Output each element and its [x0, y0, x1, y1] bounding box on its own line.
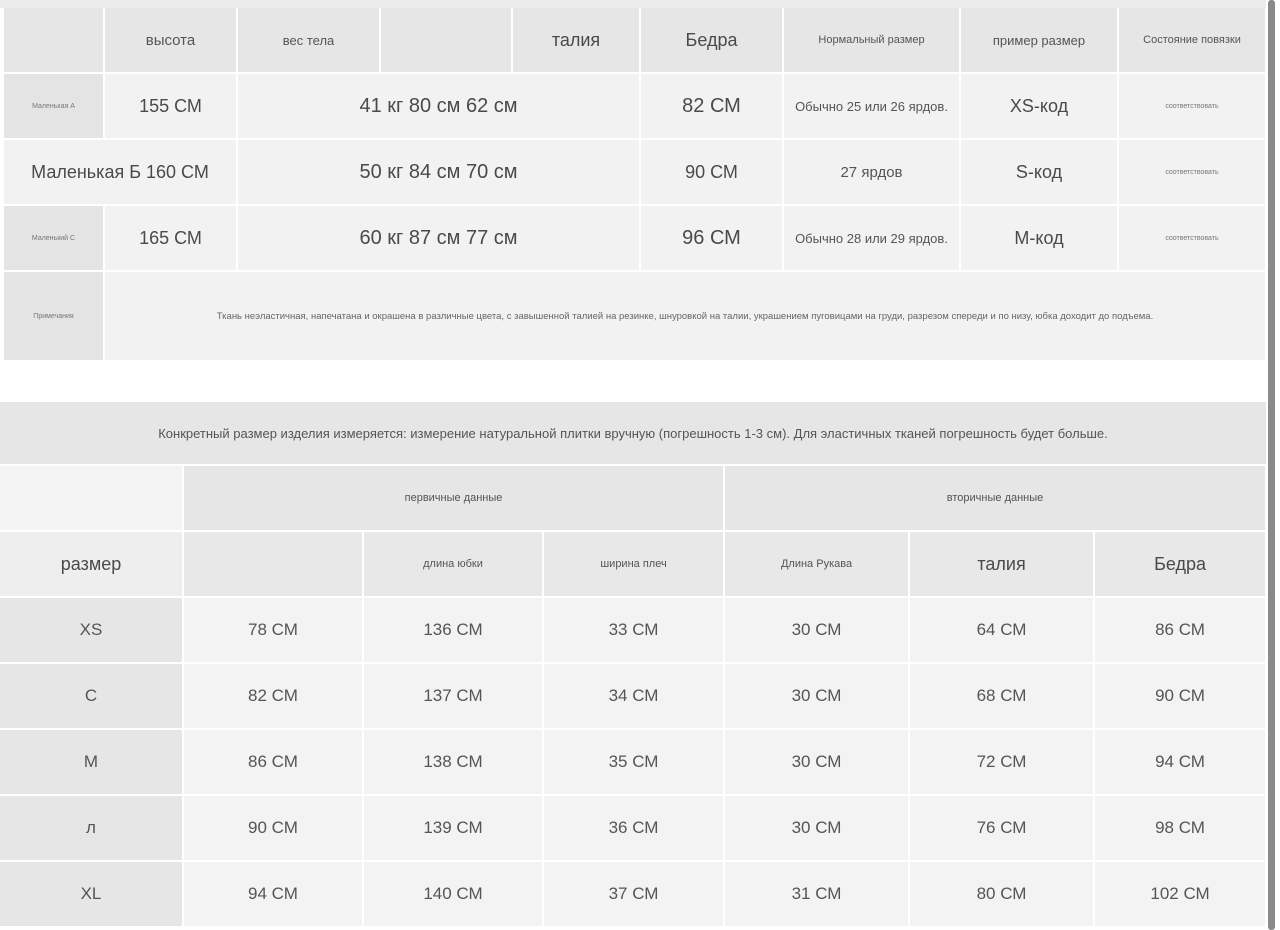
measurement-note-banner: Конкретный размер изделия измеряется: из…	[0, 402, 1266, 464]
data-cell: 31 СМ	[724, 861, 911, 928]
data-cell: 30 СМ	[724, 795, 911, 862]
data-cell: 140 СМ	[363, 861, 544, 928]
data-cell: 34 СМ	[543, 663, 726, 730]
normal-size-cell: Обычно 28 или 29 ярдов.	[783, 205, 961, 272]
table-row: Маленький С 165 СМ 60 кг 87 см 77 см 96 …	[4, 205, 1267, 272]
header-hips: Бедра	[640, 8, 784, 74]
column-header-row: размер длина юбки ширина плеч Длина Рука…	[0, 531, 1268, 598]
header-height: высота	[104, 8, 238, 74]
data-cell: 94 СМ	[1094, 729, 1268, 796]
group-header-row: первичные данные вторичные данные	[0, 466, 1268, 532]
row-label: Маленькая А	[4, 73, 105, 140]
status-cell: соответствовать	[1118, 139, 1267, 206]
table-row: Маленькая Б 160 СМ 50 кг 84 см 70 см 90 …	[4, 139, 1267, 206]
data-cell: 30 СМ	[724, 729, 911, 796]
data-cell: 80 СМ	[909, 861, 1096, 928]
header-example-size: пример размер	[960, 8, 1119, 74]
table-row: XL 94 СМ 140 СМ 37 СМ 31 СМ 80 СМ 102 СМ	[0, 861, 1268, 928]
hips-cell: 96 СМ	[640, 205, 784, 272]
product-measurements-table: первичные данные вторичные данные размер…	[0, 466, 1268, 928]
hips-cell: 90 СМ	[640, 139, 784, 206]
header-waist: талия	[909, 531, 1096, 598]
data-cell: 86 СМ	[183, 729, 364, 796]
data-cell: 136 СМ	[363, 597, 544, 664]
data-cell: 137 СМ	[363, 663, 544, 730]
data-cell: 138 СМ	[363, 729, 544, 796]
data-cell: 64 СМ	[909, 597, 1096, 664]
header-size: размер	[0, 531, 184, 598]
weight-bust-waist-cell: 60 кг 87 см 77 см	[237, 205, 641, 272]
scrollbar-thumb[interactable]	[1268, 0, 1275, 930]
data-cell: 35 СМ	[543, 729, 726, 796]
notes-text: Ткань неэластичная, напечатана и окрашен…	[104, 271, 1267, 362]
table-row: XS 78 СМ 136 СМ 33 СМ 30 СМ 64 СМ 86 СМ	[0, 597, 1268, 664]
height-cell: 155 СМ	[104, 73, 238, 140]
hips-cell: 82 СМ	[640, 73, 784, 140]
top-strip	[0, 0, 1266, 8]
header-shoulder-width: ширина плеч	[543, 531, 726, 598]
example-size-cell: XS-код	[960, 73, 1119, 140]
row-label: Маленький С	[4, 205, 105, 272]
row-label-merged: Маленькая Б 160 СМ	[4, 139, 238, 206]
data-cell: 94 СМ	[183, 861, 364, 928]
data-cell: 90 СМ	[1094, 663, 1268, 730]
header-skirt-length: длина юбки	[363, 531, 544, 598]
data-cell: 33 СМ	[543, 597, 726, 664]
header-bandage-status: Состояние повязки	[1118, 8, 1267, 74]
example-size-cell: S-код	[960, 139, 1119, 206]
weight-bust-waist-cell: 50 кг 84 см 70 см	[237, 139, 641, 206]
data-cell: 90 СМ	[183, 795, 364, 862]
data-cell: 30 СМ	[724, 597, 911, 664]
example-size-cell: М-код	[960, 205, 1119, 272]
notes-label: Примечания	[4, 271, 105, 362]
data-cell: 30 СМ	[724, 663, 911, 730]
data-cell: 76 СМ	[909, 795, 1096, 862]
data-cell: 139 СМ	[363, 795, 544, 862]
status-cell: соответствовать	[1118, 73, 1267, 140]
weight-bust-waist-cell: 41 кг 80 см 62 см	[237, 73, 641, 140]
size-cell: М	[0, 729, 184, 796]
size-cell: л	[0, 795, 184, 862]
table-row: Маленькая А 155 СМ 41 кг 80 см 62 см 82 …	[4, 73, 1267, 140]
header-waist: талия	[512, 8, 641, 74]
header-body-weight: вес тела	[237, 8, 381, 74]
table-row: М 86 СМ 138 СМ 35 СМ 30 СМ 72 СМ 94 СМ	[0, 729, 1268, 796]
data-cell: 98 СМ	[1094, 795, 1268, 862]
data-cell: 37 СМ	[543, 861, 726, 928]
vertical-scrollbar[interactable]	[1266, 0, 1280, 930]
data-cell: 36 СМ	[543, 795, 726, 862]
size-cell: С	[0, 663, 184, 730]
size-guide-table: высота вес тела талия Бедра Нормальный р…	[4, 8, 1267, 362]
data-cell: 86 СМ	[1094, 597, 1268, 664]
group-primary-data: первичные данные	[183, 466, 726, 532]
data-cell: 102 СМ	[1094, 861, 1268, 928]
header-blank	[4, 8, 105, 74]
header-faint	[183, 531, 364, 598]
header-hips: Бедра	[1094, 531, 1268, 598]
data-cell: 68 СМ	[909, 663, 1096, 730]
data-cell: 82 СМ	[183, 663, 364, 730]
table-row: С 82 СМ 137 СМ 34 СМ 30 СМ 68 СМ 90 СМ	[0, 663, 1268, 730]
data-cell: 72 СМ	[909, 729, 1096, 796]
header-faint	[380, 8, 513, 74]
group-secondary-data: вторичные данные	[724, 466, 1268, 532]
data-cell: 78 СМ	[183, 597, 364, 664]
size-cell: XS	[0, 597, 184, 664]
status-cell: соответствовать	[1118, 205, 1267, 272]
notes-row: Примечания Ткань неэластичная, напечатан…	[4, 271, 1267, 362]
table-header-row: высота вес тела талия Бедра Нормальный р…	[4, 8, 1267, 74]
normal-size-cell: 27 ярдов	[783, 139, 961, 206]
group-blank	[0, 466, 184, 532]
header-normal-size: Нормальный размер	[783, 8, 961, 74]
normal-size-cell: Обычно 25 или 26 ярдов.	[783, 73, 961, 140]
table-row: л 90 СМ 139 СМ 36 СМ 30 СМ 76 СМ 98 СМ	[0, 795, 1268, 862]
height-cell: 165 СМ	[104, 205, 238, 272]
header-sleeve-length: Длина Рукава	[724, 531, 911, 598]
size-cell: XL	[0, 861, 184, 928]
